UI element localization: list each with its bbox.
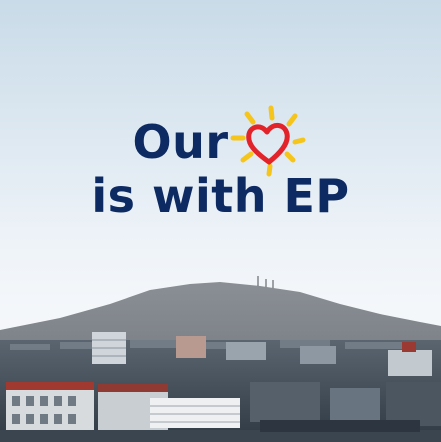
city-skyline-photo	[0, 276, 441, 442]
headline-line-2: is with EP	[91, 169, 350, 223]
headline-word-our: Our	[132, 115, 229, 169]
poster: Our is with EP	[0, 0, 441, 442]
